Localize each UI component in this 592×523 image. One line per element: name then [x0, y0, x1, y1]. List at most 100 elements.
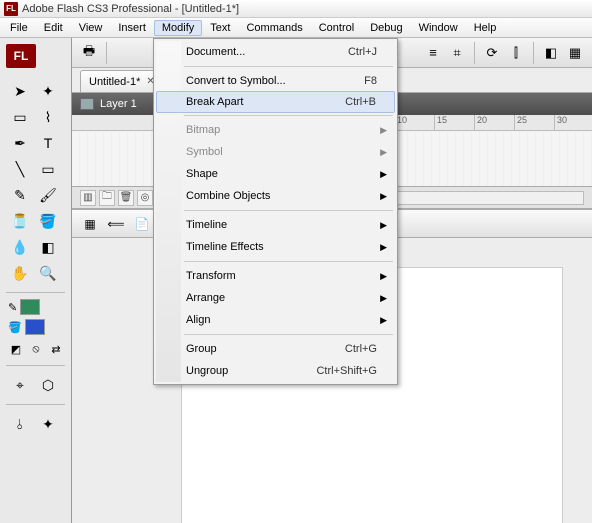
scene-list-icon[interactable]: 📄: [132, 214, 152, 234]
window-title: Adobe Flash CS3 Professional - [Untitled…: [22, 3, 239, 15]
hand-tool-icon[interactable]: ✋: [8, 262, 32, 284]
title-bar: FL Adobe Flash CS3 Professional - [Untit…: [0, 0, 592, 18]
submenu-arrow-icon: ▶: [380, 169, 387, 180]
menu-file[interactable]: File: [2, 20, 36, 36]
menu-edit[interactable]: Edit: [36, 20, 71, 36]
menu-item-break-apart[interactable]: Break Apart Ctrl+B: [156, 91, 395, 113]
lasso-tool-icon[interactable]: ⌇: [36, 106, 60, 128]
ink-bottle-tool-icon[interactable]: 🫙: [8, 210, 32, 232]
pencil-indicator-icon: ✎: [8, 301, 17, 314]
paint-bucket-tool-icon[interactable]: 🪣: [36, 210, 60, 232]
swap-colors-icon[interactable]: ⇄: [48, 341, 64, 357]
submenu-arrow-icon: ▶: [380, 271, 387, 282]
new-folder-icon[interactable]: 🗀: [99, 190, 115, 206]
menu-item-transform[interactable]: Transform▶: [156, 265, 395, 287]
ruler-tick: 15: [434, 115, 447, 131]
menu-item-document[interactable]: Document...Ctrl+J: [156, 41, 395, 63]
menu-item-label: Symbol: [186, 146, 223, 158]
fill-color-control[interactable]: 🪣: [0, 317, 71, 337]
pen-tool-icon[interactable]: ✒: [8, 132, 32, 154]
submenu-arrow-icon: ▶: [380, 191, 387, 202]
menu-item-label: Align: [186, 314, 210, 326]
option-b-icon[interactable]: ✦: [36, 413, 60, 435]
menu-item-shortcut: Ctrl+G: [345, 343, 377, 355]
stroke-swatch[interactable]: [20, 299, 40, 315]
delete-layer-icon[interactable]: 🗑: [118, 190, 134, 206]
menu-insert[interactable]: Insert: [110, 20, 154, 36]
document-tab-label: Untitled-1*: [89, 76, 140, 88]
scene-nav-icon[interactable]: ▦: [80, 214, 100, 234]
free-transform-tool-icon[interactable]: ▭: [8, 106, 32, 128]
fill-swatch[interactable]: [25, 319, 45, 335]
menu-view[interactable]: View: [71, 20, 111, 36]
menu-window[interactable]: Window: [411, 20, 466, 36]
tools-panel: FL ➤ ✦ ▭ ⌇ ✒ T ╲ ▭ ✎ 🖌 🫙 🪣 💧 ◧ ✋ 🔍 ✎ 🪣 ◩…: [0, 38, 72, 523]
document-tab[interactable]: Untitled-1* ✕: [80, 70, 164, 92]
new-layer-icon[interactable]: ▥: [80, 190, 96, 206]
submenu-arrow-icon: ▶: [380, 147, 387, 158]
menu-item-combine-objects[interactable]: Combine Objects ▶: [156, 185, 395, 207]
stroke-color-control[interactable]: ✎: [0, 297, 71, 317]
menu-item-label: Combine Objects: [186, 190, 270, 202]
menu-bar: FileEditViewInsertModifyTextCommandsCont…: [0, 18, 592, 38]
scene-back-icon[interactable]: ⟸: [106, 214, 126, 234]
menu-separator: [184, 210, 393, 211]
distribute-icon[interactable]: ⫿: [505, 42, 527, 64]
menu-item-timeline-effects[interactable]: Timeline Effects▶: [156, 236, 395, 258]
menu-separator: [184, 66, 393, 67]
rectangle-tool-icon[interactable]: ▭: [36, 158, 60, 180]
zoom-tool-icon[interactable]: 🔍: [36, 262, 60, 284]
menu-item-label: Group: [186, 343, 217, 355]
menu-separator: [184, 334, 393, 335]
menu-item-label: Shape: [186, 168, 218, 180]
eyedropper-tool-icon[interactable]: 💧: [8, 236, 32, 258]
menu-separator: [184, 115, 393, 116]
onion-skin-icon[interactable]: ◎: [137, 190, 153, 206]
menu-text[interactable]: Text: [202, 20, 238, 36]
menu-item-timeline[interactable]: Timeline ▶: [156, 214, 395, 236]
menu-item-label: Bitmap: [186, 124, 220, 136]
selection-tool-icon[interactable]: ➤: [8, 80, 32, 102]
menu-item-shortcut: Ctrl+Shift+G: [316, 365, 377, 377]
smooth-option-icon[interactable]: ⬡: [36, 374, 60, 396]
submenu-arrow-icon: ▶: [380, 220, 387, 231]
menu-item-shape[interactable]: Shape ▶: [156, 163, 395, 185]
rotate-icon[interactable]: ⟳: [481, 42, 503, 64]
black-white-icon[interactable]: ◩: [8, 341, 24, 357]
eraser-tool-icon[interactable]: ◧: [36, 236, 60, 258]
print-icon[interactable]: 🖶: [78, 42, 100, 64]
menu-item-group[interactable]: Group Ctrl+G: [156, 338, 395, 360]
menu-help[interactable]: Help: [466, 20, 505, 36]
ruler-tick: 25: [514, 115, 527, 131]
layer-icon: [80, 98, 94, 110]
menu-item-bitmap[interactable]: Bitmap▶: [156, 119, 395, 141]
menu-item-shortcut: Ctrl+B: [345, 96, 376, 108]
app-icon: FL: [4, 2, 18, 16]
toolbar-extra-1-icon[interactable]: ◧: [540, 42, 562, 64]
snap-option-icon[interactable]: ⌖: [8, 374, 32, 396]
menu-item-symbol[interactable]: Symbol ▶: [156, 141, 395, 163]
brush-tool-icon[interactable]: 🖌: [36, 184, 60, 206]
menu-debug[interactable]: Debug: [362, 20, 410, 36]
menu-control[interactable]: Control: [311, 20, 362, 36]
menu-item-convert-to-symbol[interactable]: Convert to Symbol...F8: [156, 70, 395, 92]
align-icon[interactable]: ≡: [422, 42, 444, 64]
pencil-tool-icon[interactable]: ✎: [8, 184, 32, 206]
line-tool-icon[interactable]: ╲: [8, 158, 32, 180]
menu-item-label: Break Apart: [186, 96, 243, 108]
snap-icon[interactable]: ⌗: [446, 42, 468, 64]
no-color-icon[interactable]: ⦸: [28, 341, 44, 357]
menu-item-align[interactable]: Align▶: [156, 309, 395, 331]
subselection-tool-icon[interactable]: ✦: [36, 80, 60, 102]
option-a-icon[interactable]: ⫰: [8, 413, 32, 435]
submenu-arrow-icon: ▶: [380, 242, 387, 253]
menu-item-label: Timeline: [186, 219, 227, 231]
submenu-arrow-icon: ▶: [380, 293, 387, 304]
menu-item-ungroup[interactable]: UngroupCtrl+Shift+G: [156, 360, 395, 382]
menu-modify[interactable]: Modify: [154, 20, 202, 36]
menu-commands[interactable]: Commands: [238, 20, 310, 36]
ruler-tick: 30: [554, 115, 567, 131]
text-tool-icon[interactable]: T: [36, 132, 60, 154]
menu-item-arrange[interactable]: Arrange▶: [156, 287, 395, 309]
toolbar-extra-2-icon[interactable]: ▦: [564, 42, 586, 64]
